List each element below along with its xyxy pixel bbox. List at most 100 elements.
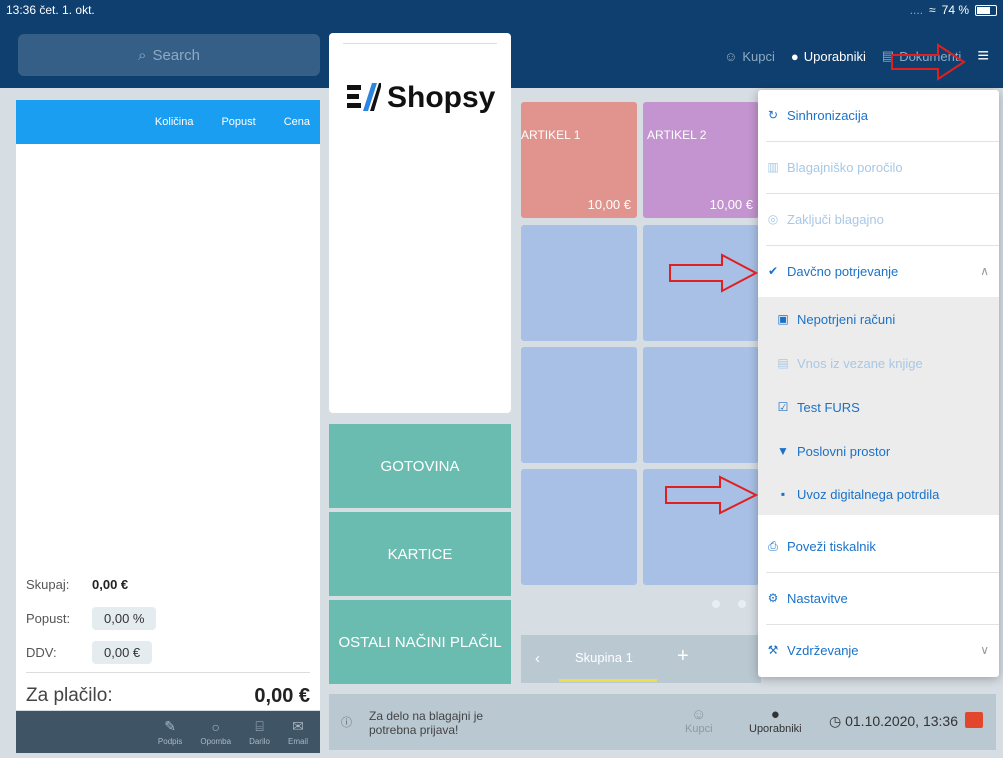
note-button[interactable]: ○ Opomba: [200, 719, 231, 746]
wifi-icon: ≈: [929, 3, 936, 17]
shopsy-logo-icon: [347, 83, 381, 111]
search-icon: ⌕: [138, 46, 147, 64]
cart-panel: Količina Popust Cena Skupaj: 0,00 € Popus…: [16, 100, 320, 710]
menu-zakljuci-blagajno[interactable]: ◎ Zaključi blagajno: [758, 204, 999, 234]
menu-blagajnisko-porocilo[interactable]: ▥ Blagajniško poročilo: [758, 152, 999, 182]
cart-header: Količina Popust Cena: [16, 100, 320, 144]
main-dropdown-menu: ↻ Sinhronizacija ▥ Blagajniško poročilo ◎ Z…: [758, 90, 999, 677]
empty-tile[interactable]: [521, 469, 637, 585]
discount-label: Popust:: [26, 610, 71, 626]
user-icon: ●: [770, 706, 780, 723]
customers-icon: ☺: [724, 48, 738, 64]
report-icon: ▥: [767, 160, 779, 174]
info-icon: ⓘ: [341, 717, 352, 729]
annotation-arrow-icon: [669, 253, 759, 293]
book-icon: ▤: [777, 356, 789, 370]
menu-uvoz-digitalnega-potrdila[interactable]: ▪ Uvoz digitalnega potrdila: [758, 473, 999, 515]
login-required-message: Za delo na blagajni je potrebna prijava!: [369, 709, 484, 737]
item-tile-2[interactable]: ARTIKEL 2 10,00 €: [643, 102, 759, 218]
cart-totals: Skupaj: 0,00 € Popust: 0,00 % DDV: 0,00 € Z…: [16, 570, 320, 713]
col-price: Cena: [283, 116, 310, 128]
cart-footer: ✎ Podpis ○ Opomba ⌸ Darilo ✉ Email: [16, 711, 320, 753]
menu-test-furs[interactable]: ☑ Test FURS: [758, 385, 999, 429]
empty-tile[interactable]: [643, 347, 759, 463]
other-payments-button[interactable]: OSTALI NAČINI PLAČIL: [329, 600, 511, 684]
email-button[interactable]: ✉ Email: [288, 718, 308, 746]
subtotal-label: Skupaj:: [26, 576, 70, 592]
chevron-up-icon: ∧: [980, 264, 989, 278]
shop-logo: Shopsy: [343, 79, 495, 117]
bottom-uporabniki-button[interactable]: ● Uporabniki: [749, 706, 802, 735]
chevron-down-icon: ∨: [980, 643, 989, 657]
search-placeholder: Search: [152, 46, 200, 64]
clipboard-icon: ☑: [777, 400, 789, 414]
empty-tile[interactable]: [521, 225, 637, 341]
menu-povezi-tiskalnik[interactable]: ⎙ Poveži tiskalnik: [758, 531, 999, 561]
page-dots: [712, 600, 746, 608]
menu-poslovni-prostor[interactable]: ▼ Poslovni prostor: [758, 429, 999, 473]
printer-alert-icon[interactable]: [965, 712, 983, 728]
item-name: ARTIKEL 1: [521, 128, 581, 142]
add-group-icon[interactable]: +: [677, 645, 689, 668]
menu-vzdrzevanje[interactable]: ⚒ Vzdrževanje ∨: [758, 635, 999, 665]
gift-icon: ⌸: [255, 718, 264, 734]
amount-due-value: 0,00 €: [254, 684, 310, 707]
check-circle-icon: ✔: [767, 264, 779, 278]
cash-button[interactable]: GOTOVINA: [329, 424, 511, 508]
status-time: 13:36 čet. 1. okt.: [6, 3, 95, 17]
bottom-info-bar: ⓘ Za delo na blagajni je potrebna prijav…: [329, 694, 996, 750]
customers-icon: ☺: [691, 706, 707, 723]
vat-label: DDV:: [26, 644, 57, 660]
wrench-icon: ⚒: [767, 643, 779, 657]
annotation-arrow-icon: [891, 43, 966, 81]
datetime: ◷ 01.10.2020, 13:36: [829, 713, 958, 729]
group-tab-active[interactable]: Skupina 1: [575, 650, 633, 665]
item-name: ARTIKEL 2: [647, 128, 707, 142]
comment-icon: ○: [211, 718, 220, 735]
brand-name: Shopsy: [387, 81, 496, 114]
signal-icon: ....: [909, 3, 924, 17]
item-tile-1[interactable]: ARTIKEL 1 10,00 €: [521, 102, 637, 218]
pencil-icon: ✎: [164, 718, 177, 734]
sync-icon: ↻: [767, 108, 779, 122]
col-quantity: Količina: [154, 116, 194, 128]
user-icon: ●: [790, 48, 799, 64]
amount-due-label: Za plačilo:: [26, 685, 113, 706]
envelope-icon: ✉: [292, 718, 304, 734]
item-price: 10,00 €: [709, 197, 753, 212]
battery-icon: [975, 4, 997, 16]
bottom-kupci-button[interactable]: ☺ Kupci: [685, 706, 713, 735]
signature-button[interactable]: ✎ Podpis: [158, 718, 182, 746]
gift-button[interactable]: ⌸ Darilo: [249, 718, 270, 746]
status-indicators: .... ≈ 74 %: [910, 3, 997, 17]
menu-davcno-potrjevanje[interactable]: ✔ Davčno potrjevanje ∧: [758, 256, 999, 286]
cards-button[interactable]: KARTICE: [329, 512, 511, 596]
menu-nastavitve[interactable]: ⚙ Nastavitve: [758, 583, 999, 613]
col-discount: Popust: [221, 116, 256, 128]
group-tabs: ‹ Skupina 1 +: [521, 635, 761, 683]
nav-uporabniki[interactable]: ● Uporabniki: [791, 49, 866, 64]
close-register-icon: ◎: [767, 212, 779, 226]
annotation-arrow-icon: [665, 475, 759, 515]
status-bar: 13:36 čet. 1. okt. .... ≈ 74 %: [0, 0, 1003, 20]
nav-kupci[interactable]: ☺ Kupci: [724, 49, 775, 64]
subtotal-value: 0,00 €: [92, 576, 129, 592]
menu-nepotrjeni-racuni[interactable]: ▣ Nepotrjeni računi: [758, 297, 999, 341]
item-price: 10,00 €: [587, 197, 631, 212]
invoice-icon: ▣: [777, 312, 789, 326]
search-input[interactable]: ⌕ Search: [18, 34, 320, 76]
certificate-icon: ▪: [780, 487, 786, 501]
gear-icon: ⚙: [767, 591, 779, 605]
vat-value: 0,00 €: [92, 640, 153, 664]
chevron-left-icon[interactable]: ‹: [535, 650, 540, 667]
menu-sinhronizacija[interactable]: ↻ Sinhronizacija: [758, 100, 999, 130]
menu-vnos-iz-vezane-knjige[interactable]: ▤ Vnos iz vezane knjige: [758, 341, 999, 385]
active-group-underline: [559, 679, 657, 682]
location-icon: ▼: [777, 444, 789, 458]
amount-due: Za plačilo: 0,00 €: [26, 679, 310, 713]
printer-icon: ⎙: [768, 538, 778, 553]
empty-tile[interactable]: [521, 347, 637, 463]
battery-label: 74 %: [941, 3, 969, 17]
discount-value[interactable]: 0,00 %: [92, 606, 157, 630]
hamburger-menu-icon[interactable]: ≡: [977, 46, 989, 66]
